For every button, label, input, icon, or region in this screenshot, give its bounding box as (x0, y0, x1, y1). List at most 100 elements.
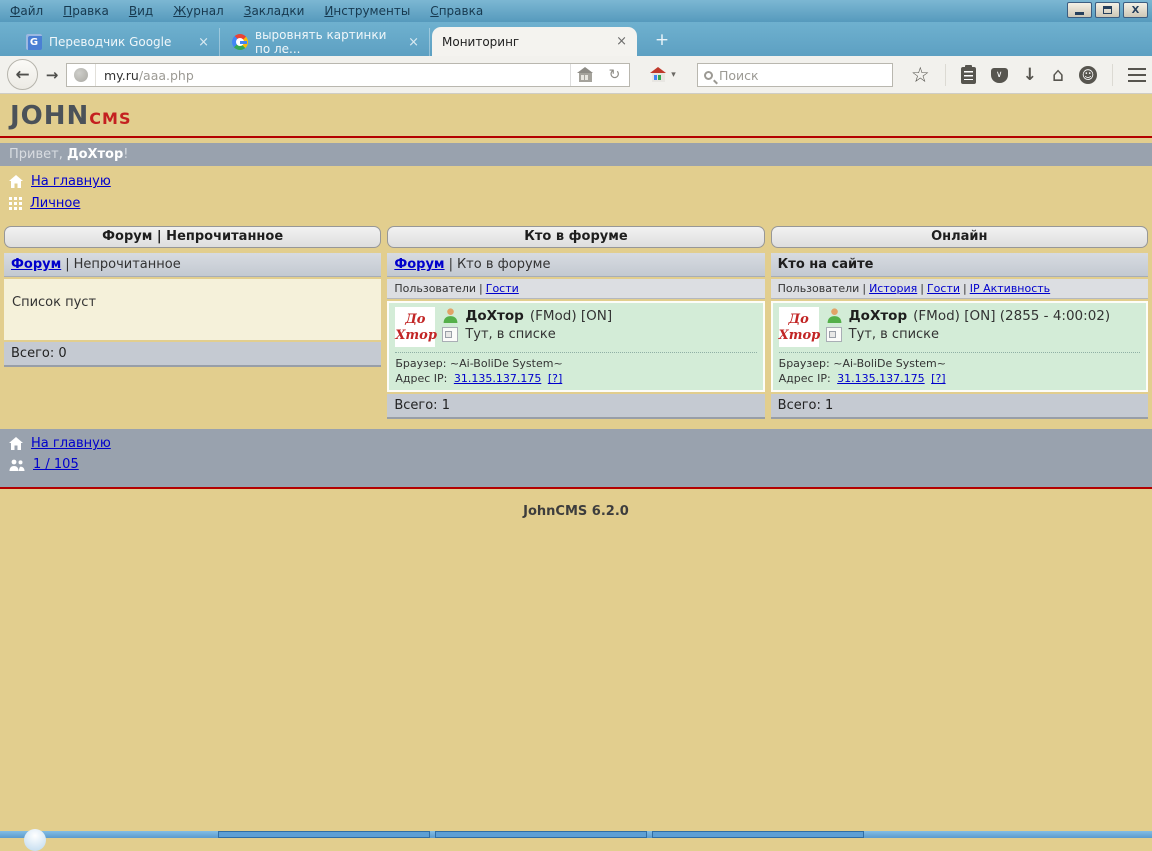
user-meta: (FMod) [ON] (2855 - 4:00:02) (913, 308, 1110, 324)
search-engine-button[interactable]: ▾ (640, 63, 688, 87)
menu-view[interactable]: Вид (129, 4, 153, 18)
hello-chat-icon[interactable]: ☺ (1079, 66, 1097, 84)
menu-bar: Файл Правка Вид Журнал Закладки Инструме… (0, 0, 1152, 18)
separator: | (61, 257, 73, 272)
back-button[interactable]: ← (7, 59, 38, 90)
pocket-icon[interactable]: ∨ (991, 68, 1008, 83)
filter-users: Пользователи (394, 282, 476, 295)
navigation-toolbar: ← → my.ru/aaa.php ↻ ▾ ☆ ∨ ↓ ⌂ ☺ (0, 56, 1152, 94)
start-button[interactable] (24, 829, 46, 851)
google-translate-icon: G (26, 34, 42, 50)
downloads-icon[interactable]: ↓ (1023, 65, 1037, 85)
breadcrumb: Кто на сайте (771, 253, 1148, 277)
cms-version: JohnCMS 6.2.0 (0, 504, 1152, 519)
bookmarks-list-icon[interactable] (961, 67, 976, 84)
window-titlebar: Файл Правка Вид Журнал Закладки Инструме… (0, 0, 1152, 22)
new-tab-button[interactable]: + (650, 30, 674, 50)
ip-link[interactable]: 31.135.137.175 (454, 372, 541, 385)
taskbar-window-button[interactable] (435, 831, 647, 838)
tab-close-icon[interactable]: × (408, 35, 419, 50)
address-bar[interactable]: my.ru/aaa.php ↻ (66, 63, 630, 87)
windows-taskbar[interactable] (0, 831, 1152, 838)
user-info: ДоХтор (FMod) [ON] Тут, в списке (442, 307, 756, 347)
footer-home-link[interactable]: На главную (31, 436, 111, 451)
minimize-button[interactable] (1067, 2, 1092, 18)
checkbox-inner (445, 331, 452, 338)
filter-ip-activity-link[interactable]: IP Активность (970, 282, 1050, 295)
menu-file[interactable]: Файл (10, 4, 43, 18)
window-controls: X (1067, 2, 1148, 18)
menu-tools[interactable]: Инструменты (324, 4, 410, 18)
hamburger-menu-icon[interactable] (1128, 68, 1146, 71)
personal-link[interactable]: Личное (30, 196, 80, 211)
page-content: JOHNCMS Привет, ДоХтор! На главную Лично… (0, 94, 1152, 831)
checkbox-icon[interactable] (442, 327, 458, 342)
avatar-text-top: До (789, 312, 809, 327)
search-icon (704, 71, 713, 80)
toolbar-icons: ☆ ∨ ↓ ⌂ ☺ (911, 63, 1146, 87)
browser-line: Браузер: ~Ai-BoliDe System~ (395, 357, 756, 370)
home-icon[interactable]: ⌂ (1052, 64, 1064, 86)
avatar-text-bottom: Хтор (779, 328, 821, 343)
menu-bookmarks[interactable]: Закладки (244, 4, 305, 18)
taskbar-window-button[interactable] (652, 831, 864, 838)
username[interactable]: ДоХтор (849, 308, 907, 324)
menu-history[interactable]: Журнал (173, 4, 224, 18)
menu-edit[interactable]: Правка (63, 4, 109, 18)
separator: | (476, 282, 486, 295)
tab-close-icon[interactable]: × (616, 34, 627, 49)
total-bar: Всего: 1 (771, 394, 1148, 419)
forum-link[interactable]: Форум (11, 257, 61, 272)
maximize-icon (1103, 6, 1112, 14)
username[interactable]: ДоХтор (465, 308, 523, 324)
ip-help-link[interactable]: [?] (548, 372, 562, 385)
tab-google-search[interactable]: выровнять картинки по ле... × (222, 28, 430, 56)
menu-help[interactable]: Справка (430, 4, 483, 18)
footer-online-count-link[interactable]: 1 / 105 (33, 457, 79, 472)
forward-button[interactable]: → (41, 65, 63, 85)
tab-strip: G Переводчик Google × выровнять картинки… (0, 22, 1152, 56)
breadcrumb: Форум|Непрочитанное (4, 253, 381, 277)
chevron-down-icon: ▾ (671, 70, 676, 80)
site-logo-suffix[interactable]: CMS (89, 109, 131, 128)
checkbox-icon[interactable] (826, 327, 842, 342)
filter-guests-link[interactable]: Гости (927, 282, 960, 295)
tab-monitoring-active[interactable]: Мониторинг × (432, 27, 637, 56)
ip-label: Адрес IP: (779, 372, 831, 385)
tab-title: Переводчик Google (49, 35, 171, 49)
search-bar[interactable] (697, 63, 893, 87)
filter-guests-link[interactable]: Гости (486, 282, 519, 295)
greeting-username: ДоХтор (67, 147, 123, 162)
filter-history-link[interactable]: История (869, 282, 917, 295)
avatar[interactable]: ДоХтор (395, 307, 435, 347)
user-icon (826, 307, 843, 324)
ip-link[interactable]: 31.135.137.175 (837, 372, 924, 385)
separator: | (960, 282, 970, 295)
column-forum-unread: Форум | Непрочитанное Форум|Непрочитанно… (4, 226, 381, 367)
ip-help-link[interactable]: [?] (931, 372, 945, 385)
home-link[interactable]: На главную (31, 174, 111, 189)
bookmark-star-icon[interactable]: ☆ (911, 64, 930, 86)
users-icon (9, 459, 25, 471)
tab-google-translate[interactable]: G Переводчик Google × (16, 28, 220, 56)
site-logo[interactable]: JOHN (10, 101, 89, 131)
site-home-button[interactable] (571, 64, 600, 86)
forum-link[interactable]: Форум (394, 257, 444, 272)
url-text[interactable]: my.ru/aaa.php (104, 68, 570, 83)
column-title: Кто в форуме (387, 226, 764, 248)
column-title: Форум | Непрочитанное (4, 226, 381, 248)
url-divider (95, 64, 96, 86)
home-icon (9, 175, 23, 188)
user-meta: (FMod) [ON] (530, 308, 612, 324)
column-title: Онлайн (771, 226, 1148, 248)
user-card-top: ДоХтор ДоХтор (FMod) [ON] Тут, в списке (395, 307, 756, 347)
maximize-button[interactable] (1095, 2, 1120, 18)
search-input[interactable] (719, 68, 859, 83)
quick-links: На главную Личное (0, 166, 1152, 222)
taskbar-window-button[interactable] (218, 831, 430, 838)
close-button[interactable]: X (1123, 2, 1148, 18)
tab-close-icon[interactable]: × (198, 35, 209, 50)
greeting-bar: Привет, ДоХтор! (0, 143, 1152, 166)
reload-button[interactable]: ↻ (600, 64, 629, 86)
avatar[interactable]: ДоХтор (779, 307, 819, 347)
